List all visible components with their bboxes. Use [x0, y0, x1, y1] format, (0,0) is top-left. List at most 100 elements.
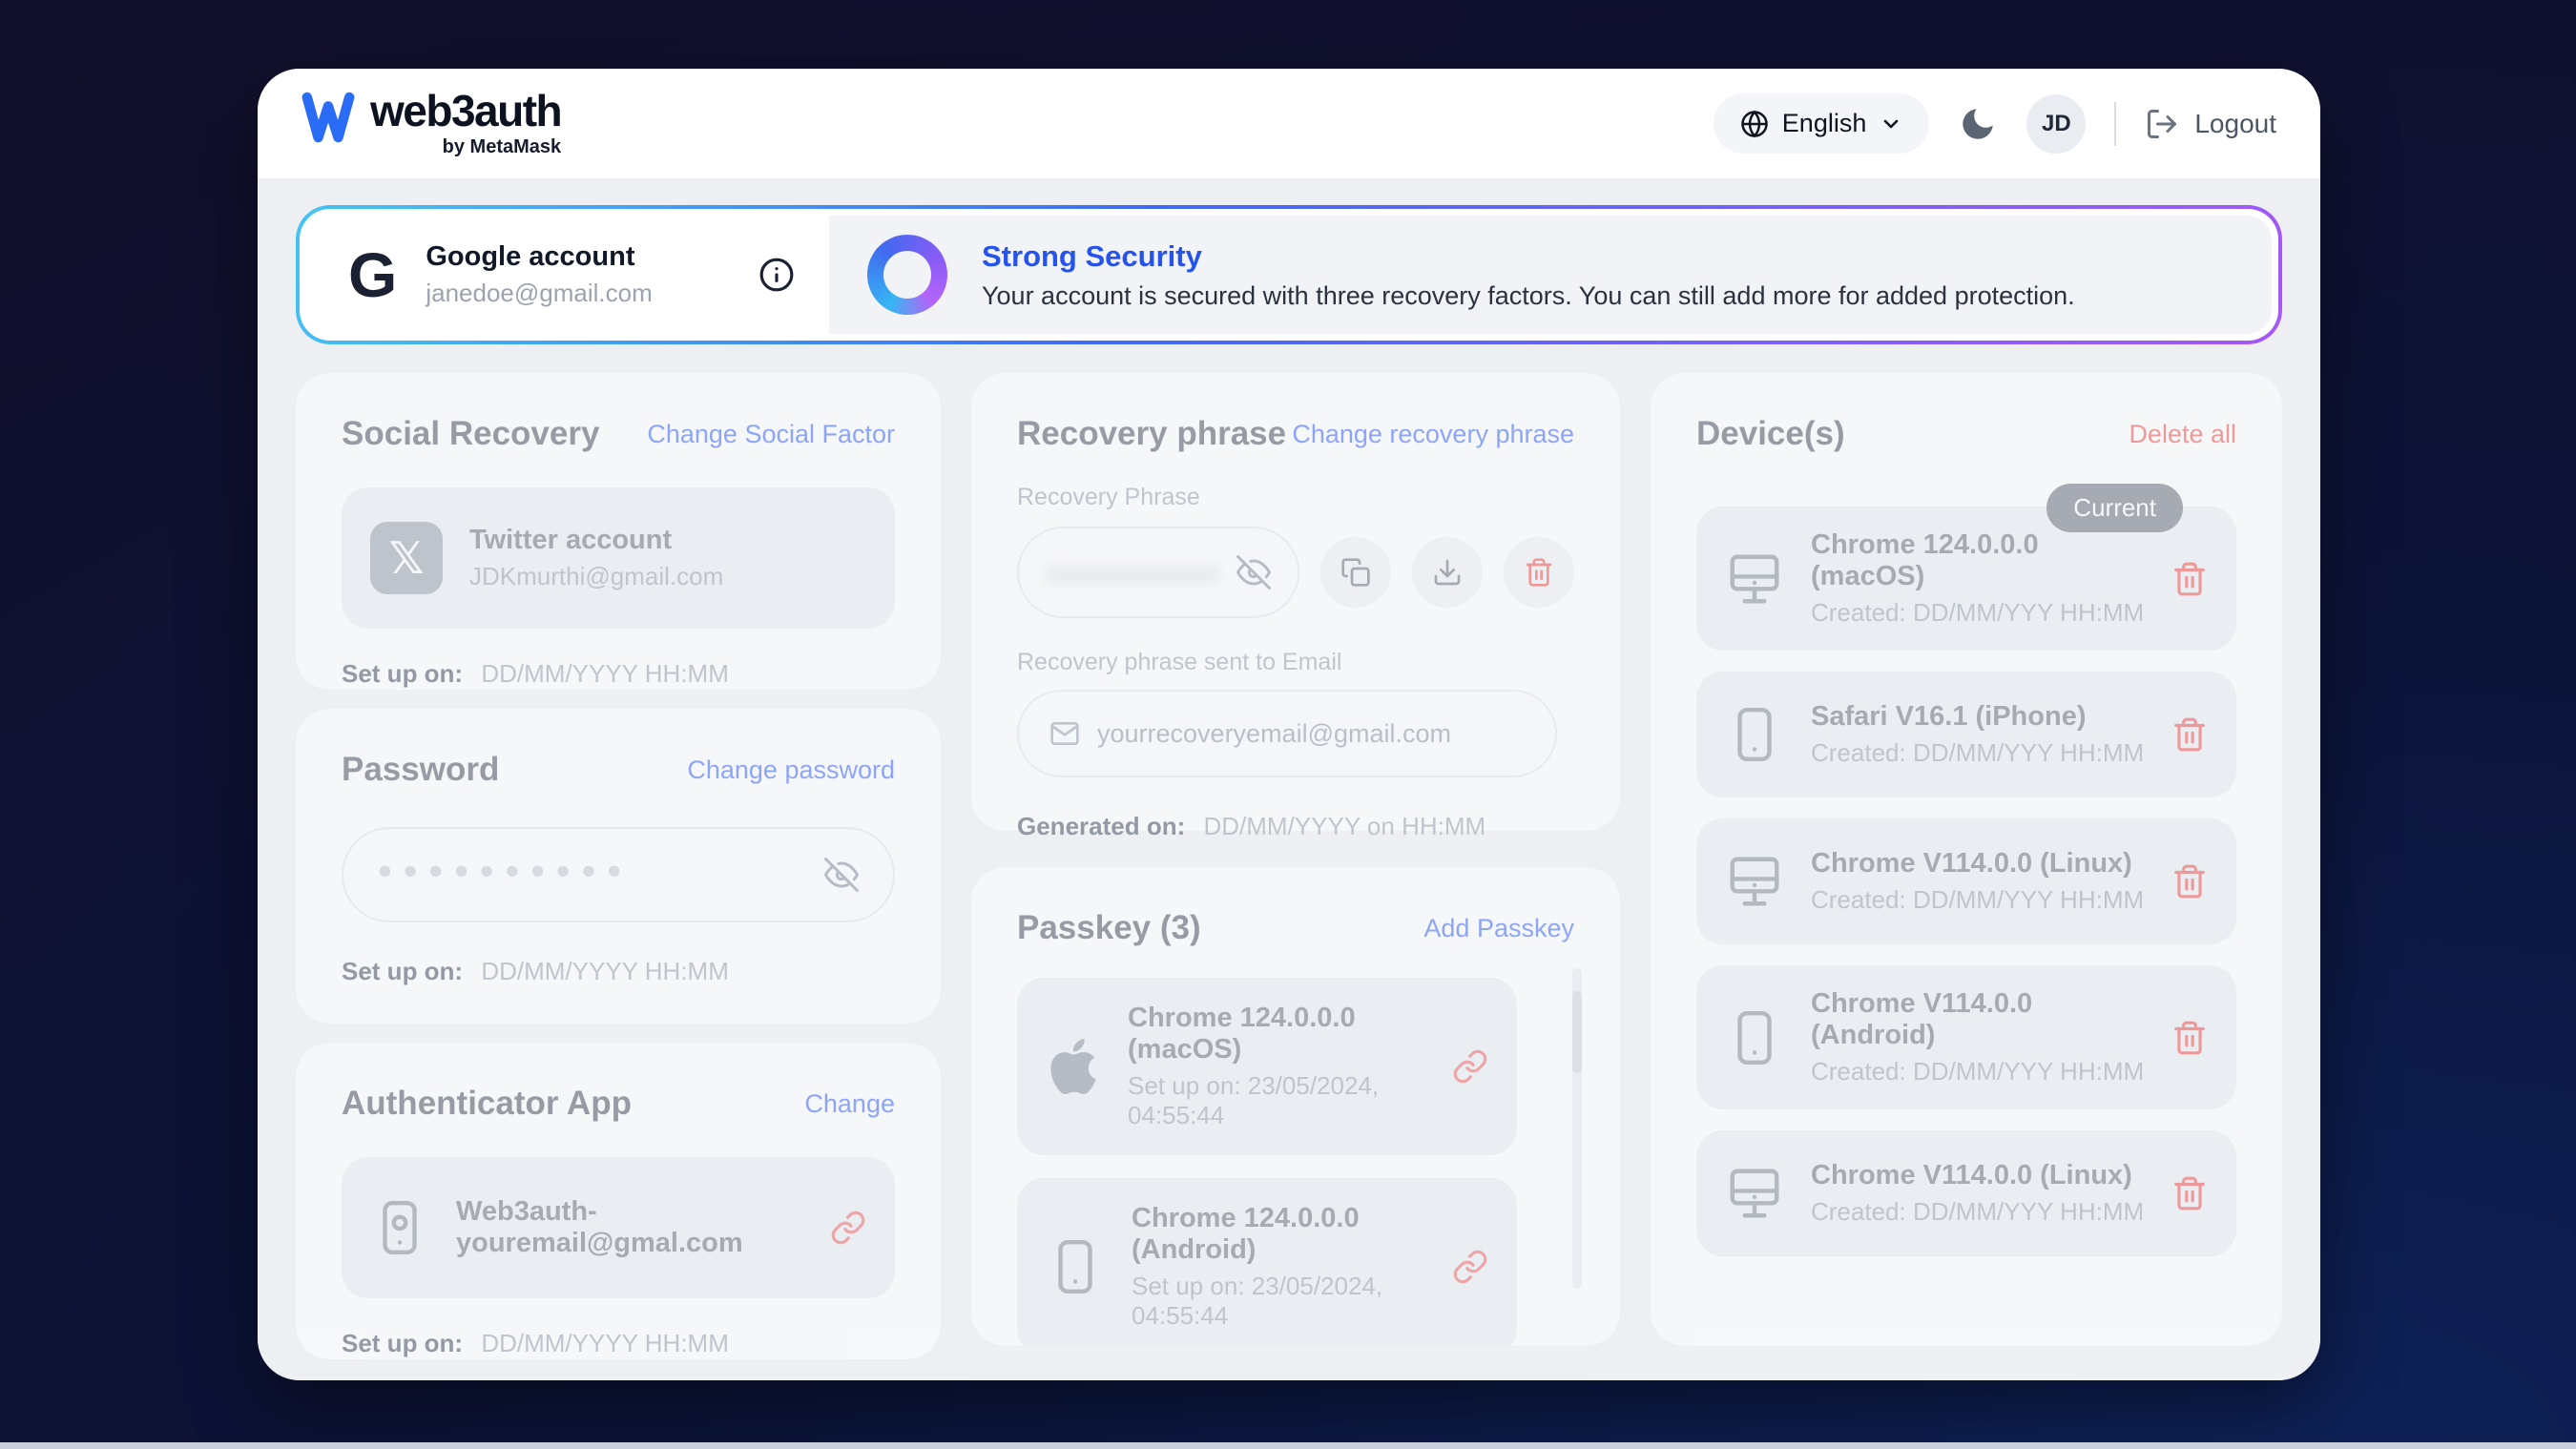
google-icon: G	[348, 243, 397, 306]
link-icon[interactable]	[1452, 1249, 1488, 1285]
passkey-item-subtitle: Set up on: 23/05/2024, 04:55:44	[1132, 1272, 1425, 1331]
passkey-item: Chrome 124.0.0.0 (Android) Set up on: 23…	[1017, 1178, 1517, 1346]
device-created: Created: DD/MM/YYY HH:MM	[1811, 1197, 2144, 1227]
delete-all-link[interactable]: Delete all	[2129, 420, 2236, 449]
x-twitter-icon: 𝕏	[370, 522, 443, 594]
authenticator-title: Authenticator App	[342, 1085, 632, 1123]
device-row: Chrome V114.0.0 (Android) Created: DD/MM…	[1696, 965, 2236, 1109]
factors-grid: Social Recovery Change Social Factor 𝕏 T…	[296, 373, 2282, 1359]
recovery-phrase-title: Recovery phrase	[1017, 415, 1286, 453]
setup-value: DD/MM/YYYY HH:MM	[481, 957, 729, 985]
authenticator-account: Web3auth-youremail@gmal.com	[456, 1196, 803, 1259]
passkey-scrollbar[interactable]	[1572, 968, 1582, 1289]
device-created: Created: DD/MM/YYY HH:MM	[1811, 598, 2145, 628]
smartphone-icon	[1725, 1008, 1784, 1067]
passkey-item-title: Chrome 124.0.0.0 (macOS)	[1128, 1003, 1425, 1066]
add-passkey-link[interactable]: Add Passkey	[1423, 914, 1574, 943]
eye-off-icon[interactable]	[824, 858, 859, 892]
device-title: Chrome V114.0.0 (Linux)	[1811, 1160, 2144, 1191]
recovery-email-label: Recovery phrase sent to Email	[1017, 649, 1574, 676]
web3auth-logo: web3auth by MetaMask	[301, 89, 561, 158]
avatar[interactable]: JD	[2026, 94, 2086, 154]
change-recovery-phrase-link[interactable]: Change recovery phrase	[1292, 420, 1574, 449]
logout-button[interactable]: Logout	[2145, 107, 2276, 141]
change-social-factor-link[interactable]: Change Social Factor	[647, 420, 895, 449]
copy-phrase-button[interactable]	[1320, 537, 1391, 608]
social-recovery-title: Social Recovery	[342, 415, 599, 453]
device-row: Chrome V114.0.0 (Linux) Created: DD/MM/Y…	[1696, 1130, 2236, 1256]
smartphone-icon	[370, 1198, 429, 1257]
bottom-edge-strip	[0, 1442, 2576, 1449]
provider-title: Google account	[426, 241, 652, 273]
apple-icon	[1046, 1039, 1101, 1094]
recovery-email-value: yourrecoveryemail@gmail.com	[1097, 719, 1451, 749]
provider-email: janedoe@gmail.com	[426, 279, 652, 308]
device-title: Chrome V114.0.0 (Android)	[1811, 988, 2145, 1051]
passkey-title: Passkey (3)	[1017, 909, 1201, 947]
recovery-phrase-card: Recovery phrase Change recovery phrase R…	[971, 373, 1620, 831]
password-title: Password	[342, 751, 499, 789]
recovery-email-field[interactable]: yourrecoveryemail@gmail.com	[1017, 690, 1557, 777]
devices-title: Device(s)	[1696, 415, 1845, 453]
moon-icon[interactable]	[1958, 104, 1998, 144]
login-provider-section: G Google account janedoe@gmail.com	[306, 216, 829, 334]
setup-value: DD/MM/YYYY HH:MM	[481, 1329, 729, 1357]
trash-icon[interactable]	[2171, 1175, 2208, 1211]
copy-icon	[1340, 557, 1371, 588]
info-icon[interactable]	[758, 257, 795, 293]
recovery-phrase-field[interactable]: xxxxxxxxxxxxxx	[1017, 527, 1299, 618]
current-device-badge: Current	[2046, 484, 2183, 532]
device-created: Created: DD/MM/YYY HH:MM	[1811, 885, 2144, 915]
trash-icon	[1524, 557, 1554, 588]
chevron-down-icon	[1880, 113, 1902, 135]
logout-icon	[2145, 107, 2179, 141]
passkey-item-subtitle: Set up on: 23/05/2024, 04:55:44	[1128, 1071, 1425, 1130]
authenticator-card: Authenticator App Change Web3auth-yourem…	[296, 1043, 941, 1359]
trash-icon[interactable]	[2171, 863, 2208, 900]
unlink-icon[interactable]	[830, 1210, 866, 1246]
scrollbar-thumb[interactable]	[1572, 991, 1582, 1073]
header-divider	[2114, 102, 2116, 146]
device-row: Safari V16.1 (iPhone) Created: DD/MM/YYY…	[1696, 672, 2236, 797]
monitor-icon	[1725, 1164, 1784, 1223]
device-list: Current Chrome 124.0.0.0 (macOS) Created…	[1696, 507, 2236, 1256]
delete-phrase-button[interactable]	[1504, 537, 1574, 608]
trash-icon[interactable]	[2171, 561, 2208, 597]
twitter-account-title: Twitter account	[469, 525, 723, 556]
change-password-link[interactable]: Change password	[687, 756, 895, 785]
smartphone-icon	[1046, 1237, 1105, 1296]
password-card: Password Change password •••••••••• Set …	[296, 709, 941, 1024]
device-title: Safari V16.1 (iPhone)	[1811, 701, 2144, 733]
device-title: Chrome 124.0.0.0 (macOS)	[1811, 529, 2145, 592]
link-icon[interactable]	[1452, 1048, 1488, 1085]
device-created: Created: DD/MM/YYY HH:MM	[1811, 738, 2144, 768]
security-banner: G Google account janedoe@gmail.com Stron…	[296, 205, 2282, 344]
download-phrase-button[interactable]	[1412, 537, 1483, 608]
setup-label: Set up on:	[342, 1329, 463, 1357]
download-icon	[1432, 557, 1463, 588]
monitor-icon	[1725, 549, 1784, 609]
language-selector[interactable]: English	[1714, 93, 1930, 154]
recovery-phrase-label: Recovery Phrase	[1017, 484, 1574, 511]
security-ring-icon	[867, 235, 947, 315]
main-window: web3auth by MetaMask English JD	[258, 69, 2320, 1380]
logout-label: Logout	[2194, 109, 2276, 139]
mail-icon	[1049, 718, 1080, 749]
passkey-item: Chrome 124.0.0.0 (macOS) Set up on: 23/0…	[1017, 978, 1517, 1155]
change-authenticator-link[interactable]: Change	[804, 1089, 895, 1119]
device-row: Chrome V114.0.0 (Linux) Created: DD/MM/Y…	[1696, 818, 2236, 944]
eye-off-icon[interactable]	[1236, 555, 1271, 590]
passkey-list: Chrome 124.0.0.0 (macOS) Set up on: 23/0…	[1017, 978, 1574, 1346]
security-title: Strong Security	[982, 239, 2075, 274]
password-field[interactable]: ••••••••••	[342, 827, 895, 922]
avatar-initials: JD	[2042, 111, 2071, 137]
security-description: Your account is secured with three recov…	[982, 281, 2075, 311]
content-area: G Google account janedoe@gmail.com Stron…	[258, 178, 2320, 1380]
devices-card: Device(s) Delete all Current Chrome 124.…	[1651, 373, 2282, 1346]
setup-label: Set up on:	[342, 659, 463, 688]
passkey-card: Passkey (3) Add Passkey Chrome 124.0.0.0…	[971, 867, 1620, 1346]
device-title: Chrome V114.0.0 (Linux)	[1811, 848, 2144, 880]
authenticator-account-row: Web3auth-youremail@gmal.com	[342, 1157, 895, 1298]
trash-icon[interactable]	[2171, 1020, 2208, 1056]
trash-icon[interactable]	[2171, 716, 2208, 753]
